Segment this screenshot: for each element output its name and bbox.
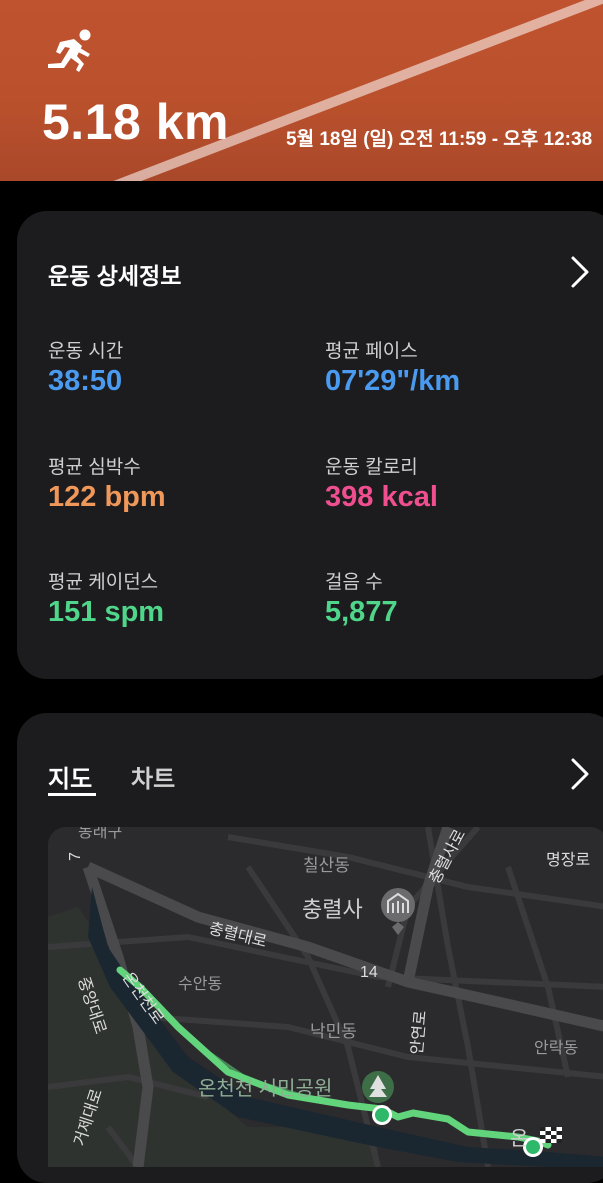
workout-details-card[interactable]: 운동 상세정보 운동 시간 38:50 평균 페이스 07'29"/km 평균 … bbox=[17, 211, 603, 679]
stat-value-heart-rate: 122 bpm bbox=[48, 481, 166, 513]
map-label: 7 bbox=[67, 852, 84, 861]
workout-hero-banner: 5.18 km 5월 18일 (일) 오전 11:59 - 오후 12:38 bbox=[0, 0, 603, 181]
stat-value-cadence: 151 spm bbox=[48, 596, 165, 628]
details-title: 운동 상세정보 bbox=[48, 263, 182, 289]
map-label: 충렬사 bbox=[302, 897, 363, 922]
stat-label-heart-rate: 평균 심박수 bbox=[48, 457, 141, 478]
stat-label-cadence: 평균 케이던스 bbox=[48, 572, 159, 593]
stat-label-calories: 운동 칼로리 bbox=[325, 457, 418, 478]
map-label: 낙민동 bbox=[310, 1022, 357, 1041]
tab-active-indicator bbox=[48, 793, 96, 796]
park-pin-icon bbox=[362, 1071, 394, 1103]
stat-value-duration: 38:50 bbox=[48, 365, 123, 397]
tab-chart[interactable]: 차트 bbox=[131, 759, 175, 794]
distance-value: 5.18 km bbox=[42, 94, 229, 150]
tab-map[interactable]: 지도 bbox=[48, 759, 92, 794]
map-label: 14 bbox=[360, 964, 378, 981]
map-chart-card: 지도 차트 동래구 칠산동 명장로 충렬사 충렬대로 충렬사로 수안동 14 온… bbox=[17, 713, 603, 1183]
finish-flag-icon bbox=[540, 1127, 562, 1143]
stat-label-steps: 걸음 수 bbox=[325, 572, 383, 593]
map-label: 명장로 bbox=[546, 851, 590, 869]
stat-value-pace: 07'29"/km bbox=[325, 365, 461, 397]
chevron-right-icon[interactable] bbox=[569, 757, 591, 791]
map-label: 온천천 시민공원 bbox=[198, 1077, 332, 1100]
map-label: 칠산동 bbox=[303, 856, 350, 875]
map-label: 안락동 bbox=[534, 1039, 578, 1057]
stat-label-pace: 평균 페이스 bbox=[325, 341, 418, 362]
running-icon bbox=[48, 29, 91, 72]
route-map[interactable]: 동래구 칠산동 명장로 충렬사 충렬대로 충렬사로 수안동 14 온천천로 중앙… bbox=[48, 827, 603, 1167]
track-line bbox=[90, 0, 603, 181]
map-label: 동래구 bbox=[78, 827, 122, 841]
stat-value-calories: 398 kcal bbox=[325, 481, 438, 513]
chevron-right-icon[interactable] bbox=[569, 255, 591, 289]
map-label: 수안동 bbox=[178, 975, 222, 993]
stat-value-steps: 5,877 bbox=[325, 596, 398, 628]
stat-label-duration: 운동 시간 bbox=[48, 341, 124, 362]
workout-datetime: 5월 18일 (일) 오전 11:59 - 오후 12:38 bbox=[286, 129, 593, 150]
map-label: 온 bbox=[510, 1128, 528, 1150]
